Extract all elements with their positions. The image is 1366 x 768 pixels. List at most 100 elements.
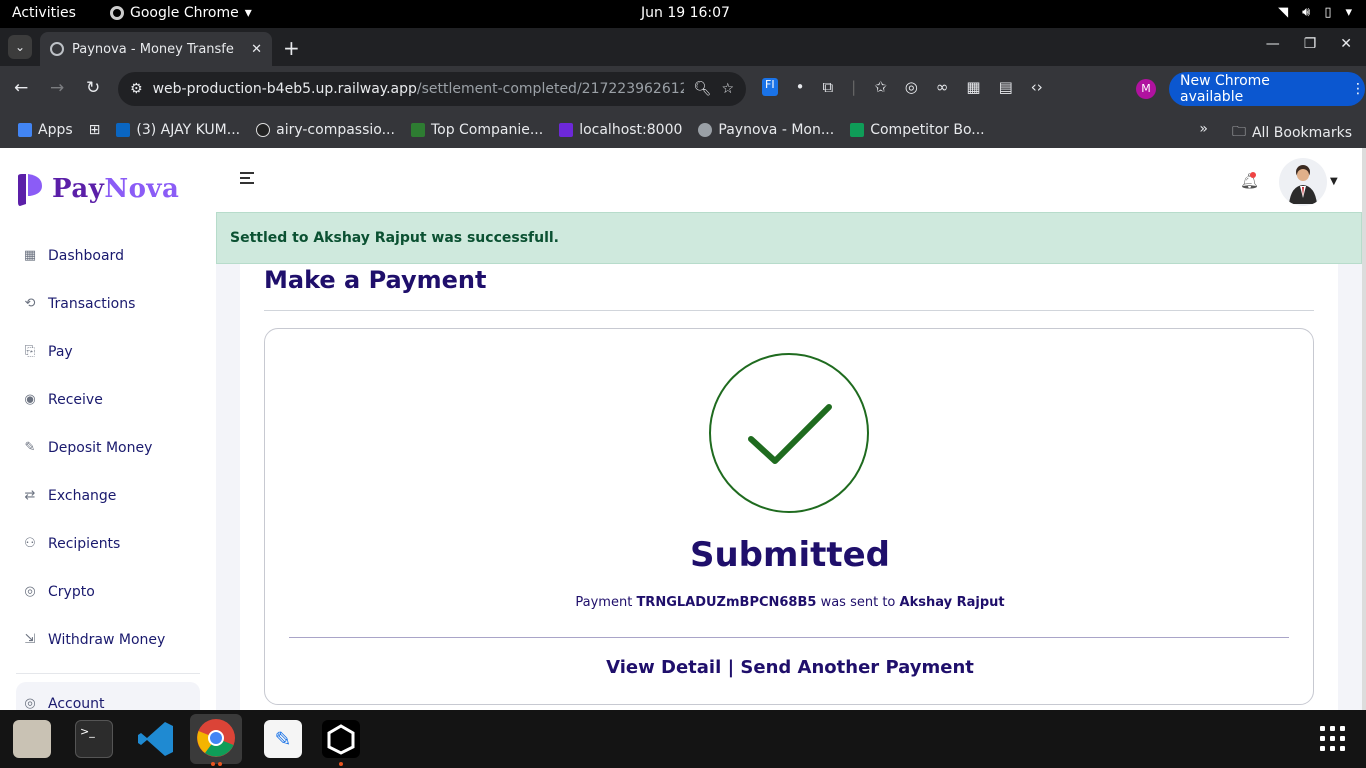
sidebar: PayNova ▦ Dashboard ⟲ Transactions ⎘ Pay ◉ R…	[0, 148, 216, 710]
address-bar[interactable]: ⚙ web-production-b4eb5.up.railway.app/se…	[118, 72, 746, 106]
recipient-name: Akshay Rajput	[899, 595, 1005, 610]
sidebar-item-exchange[interactable]: ⇄ Exchange	[22, 488, 117, 504]
sidebar-item-deposit-money[interactable]: ✎ Deposit Money	[22, 440, 153, 456]
history-icon: ⟲	[24, 296, 36, 311]
chevron-down-icon: ▾	[244, 5, 252, 21]
sidebar-item-dashboard[interactable]: ▦ Dashboard	[22, 248, 124, 264]
files-icon[interactable]	[13, 720, 51, 758]
bookmark-item[interactable]: ⊞	[89, 122, 101, 138]
card-title: Make a Payment	[264, 266, 487, 294]
close-icon[interactable]: ✕	[251, 42, 262, 57]
bookmark-item[interactable]: Paynova - Mon...	[698, 122, 834, 138]
transaction-id: TRNGLADUZmBPCN68B5	[636, 595, 817, 610]
chrome-icon	[197, 719, 235, 757]
text-editor-icon[interactable]: ✎	[264, 720, 302, 758]
sidebar-item-crypto[interactable]: ◎ Crypto	[22, 584, 94, 600]
puzzle-icon[interactable]: ⧉	[822, 78, 833, 96]
bookmark-item[interactable]: Apps	[18, 122, 73, 138]
sidebar-item-account[interactable]: ◎ Account	[22, 696, 104, 710]
terminal-icon[interactable]: >_	[75, 720, 113, 758]
screenshot-icon[interactable]: ◎	[905, 78, 918, 96]
bookmark-item[interactable]: Top Companie...	[410, 122, 543, 138]
browser-tab[interactable]: Paynova - Money Transfe ✕	[40, 32, 272, 66]
app-menu[interactable]: Google Chrome ▾	[110, 5, 252, 21]
pay-icon: ⎘	[24, 344, 36, 359]
reload-icon[interactable]: ↻	[86, 78, 100, 98]
update-label: New Chrome available	[1180, 73, 1270, 105]
battery-icon: ▯	[1324, 5, 1332, 20]
extension-icons: FI • ⧉ | ✩ ◎ ∞ ▦ ▤ ‹›	[762, 78, 1043, 96]
extension-fi-icon[interactable]: FI	[762, 78, 778, 96]
sidebar-item-recipients[interactable]: ⚇ Recipients	[22, 536, 120, 552]
table-icon[interactable]: ▤	[999, 78, 1013, 96]
page-scrollbar[interactable]	[1362, 148, 1366, 710]
unity-hub-icon[interactable]	[322, 720, 360, 758]
app-header: 🔔︎ ▼	[216, 148, 1362, 212]
site-info-icon[interactable]: ⚙	[130, 81, 143, 97]
sheets-icon	[850, 123, 865, 137]
globe-icon	[50, 42, 64, 56]
send-another-payment-link[interactable]: Send Another Payment	[740, 657, 973, 678]
forward-icon[interactable]: →	[50, 78, 64, 98]
system-tray[interactable]: ◥ 🔊︎ ▯ ▾	[1278, 5, 1352, 20]
vscode-icon[interactable]	[137, 720, 175, 758]
running-indicator	[211, 762, 215, 766]
user-avatar[interactable]	[1279, 158, 1327, 206]
crypto-icon: ◎	[24, 584, 36, 599]
bookmark-item[interactable]: (3) AJAY KUM...	[116, 122, 240, 138]
paynova-icon	[559, 123, 574, 137]
web-page: PayNova ▦ Dashboard ⟲ Transactions ⎘ Pay ◉ R…	[0, 148, 1366, 710]
bookmark-item[interactable]: Competitor Bo...	[850, 122, 985, 138]
bookmark-item[interactable]: localhost:8000	[559, 122, 682, 138]
separator-icon: |	[851, 78, 857, 96]
browser-toolbar: ← → ↻ ⚙ web-production-b4eb5.up.railway.…	[0, 66, 1366, 112]
close-window-icon[interactable]: ✕	[1340, 36, 1352, 52]
sidebar-item-pay[interactable]: ⎘ Pay	[22, 344, 73, 360]
menu-toggle-icon[interactable]	[240, 172, 254, 187]
clock[interactable]: Jun 19 16:07	[641, 5, 730, 21]
chrome-dock-slot[interactable]	[190, 714, 242, 764]
sidebar-item-receive[interactable]: ◉ Receive	[22, 392, 102, 408]
title-divider	[264, 310, 1314, 311]
folder-icon: 🗀	[1231, 124, 1246, 140]
profile-avatar[interactable]: M	[1136, 79, 1156, 99]
bookmark-star-icon[interactable]: ☆	[721, 81, 734, 97]
chevron-down-icon[interactable]: ▼	[1330, 176, 1338, 187]
running-indicator	[339, 762, 343, 766]
url-text: web-production-b4eb5.up.railway.app/sett…	[152, 81, 684, 97]
taskbar-dock: >_ ✎	[0, 710, 1366, 768]
grid-icon: ⊞	[88, 122, 101, 138]
sidebar-item-withdraw-money[interactable]: ⇲ Withdraw Money	[22, 632, 166, 648]
extension-dot-icon[interactable]: •	[796, 78, 805, 96]
globe-icon	[698, 123, 713, 137]
new-tab-button[interactable]: +	[283, 36, 300, 60]
checkmark-icon	[748, 404, 832, 464]
status-title: Submitted	[689, 535, 890, 575]
restore-icon[interactable]: ❐	[1304, 36, 1317, 52]
link-icon[interactable]: ∞	[936, 78, 949, 96]
site-icon	[410, 123, 425, 137]
paynova-logo[interactable]: PayNova	[16, 172, 179, 206]
action-links: View Detail | Send Another Payment	[265, 657, 1315, 678]
view-detail-link[interactable]: View Detail	[606, 657, 721, 678]
all-bookmarks[interactable]: 🗀 All Bookmarks	[1232, 121, 1352, 145]
reading-list-icon[interactable]: ✩	[874, 78, 887, 96]
account-section[interactable]: ◎ Account	[16, 682, 200, 710]
tab-strip: ⌄ Paynova - Money Transfe ✕ + — ❐ ✕	[0, 28, 1366, 66]
qr-code-icon[interactable]: ▦	[966, 78, 980, 96]
avatar-image	[1289, 165, 1317, 204]
site-icon	[256, 123, 271, 137]
back-icon[interactable]: ←	[14, 78, 28, 98]
sidebar-item-transactions[interactable]: ⟲ Transactions	[22, 296, 136, 312]
success-check-icon	[709, 353, 869, 513]
zoom-icon[interactable]: 🔍︎	[694, 81, 712, 97]
bookmark-item[interactable]: airy-compassio...	[256, 122, 395, 138]
volume-icon: 🔊︎	[1302, 5, 1311, 20]
code-icon[interactable]: ‹›	[1031, 78, 1043, 96]
more-bookmarks-icon[interactable]: »	[1199, 121, 1208, 145]
update-chrome-button[interactable]: New Chrome available ⋮	[1169, 72, 1365, 106]
tab-search-button[interactable]: ⌄	[8, 35, 32, 59]
activities-button[interactable]: Activities	[12, 5, 76, 21]
show-apps-icon[interactable]	[1320, 726, 1346, 752]
minimize-icon[interactable]: —	[1266, 36, 1280, 52]
